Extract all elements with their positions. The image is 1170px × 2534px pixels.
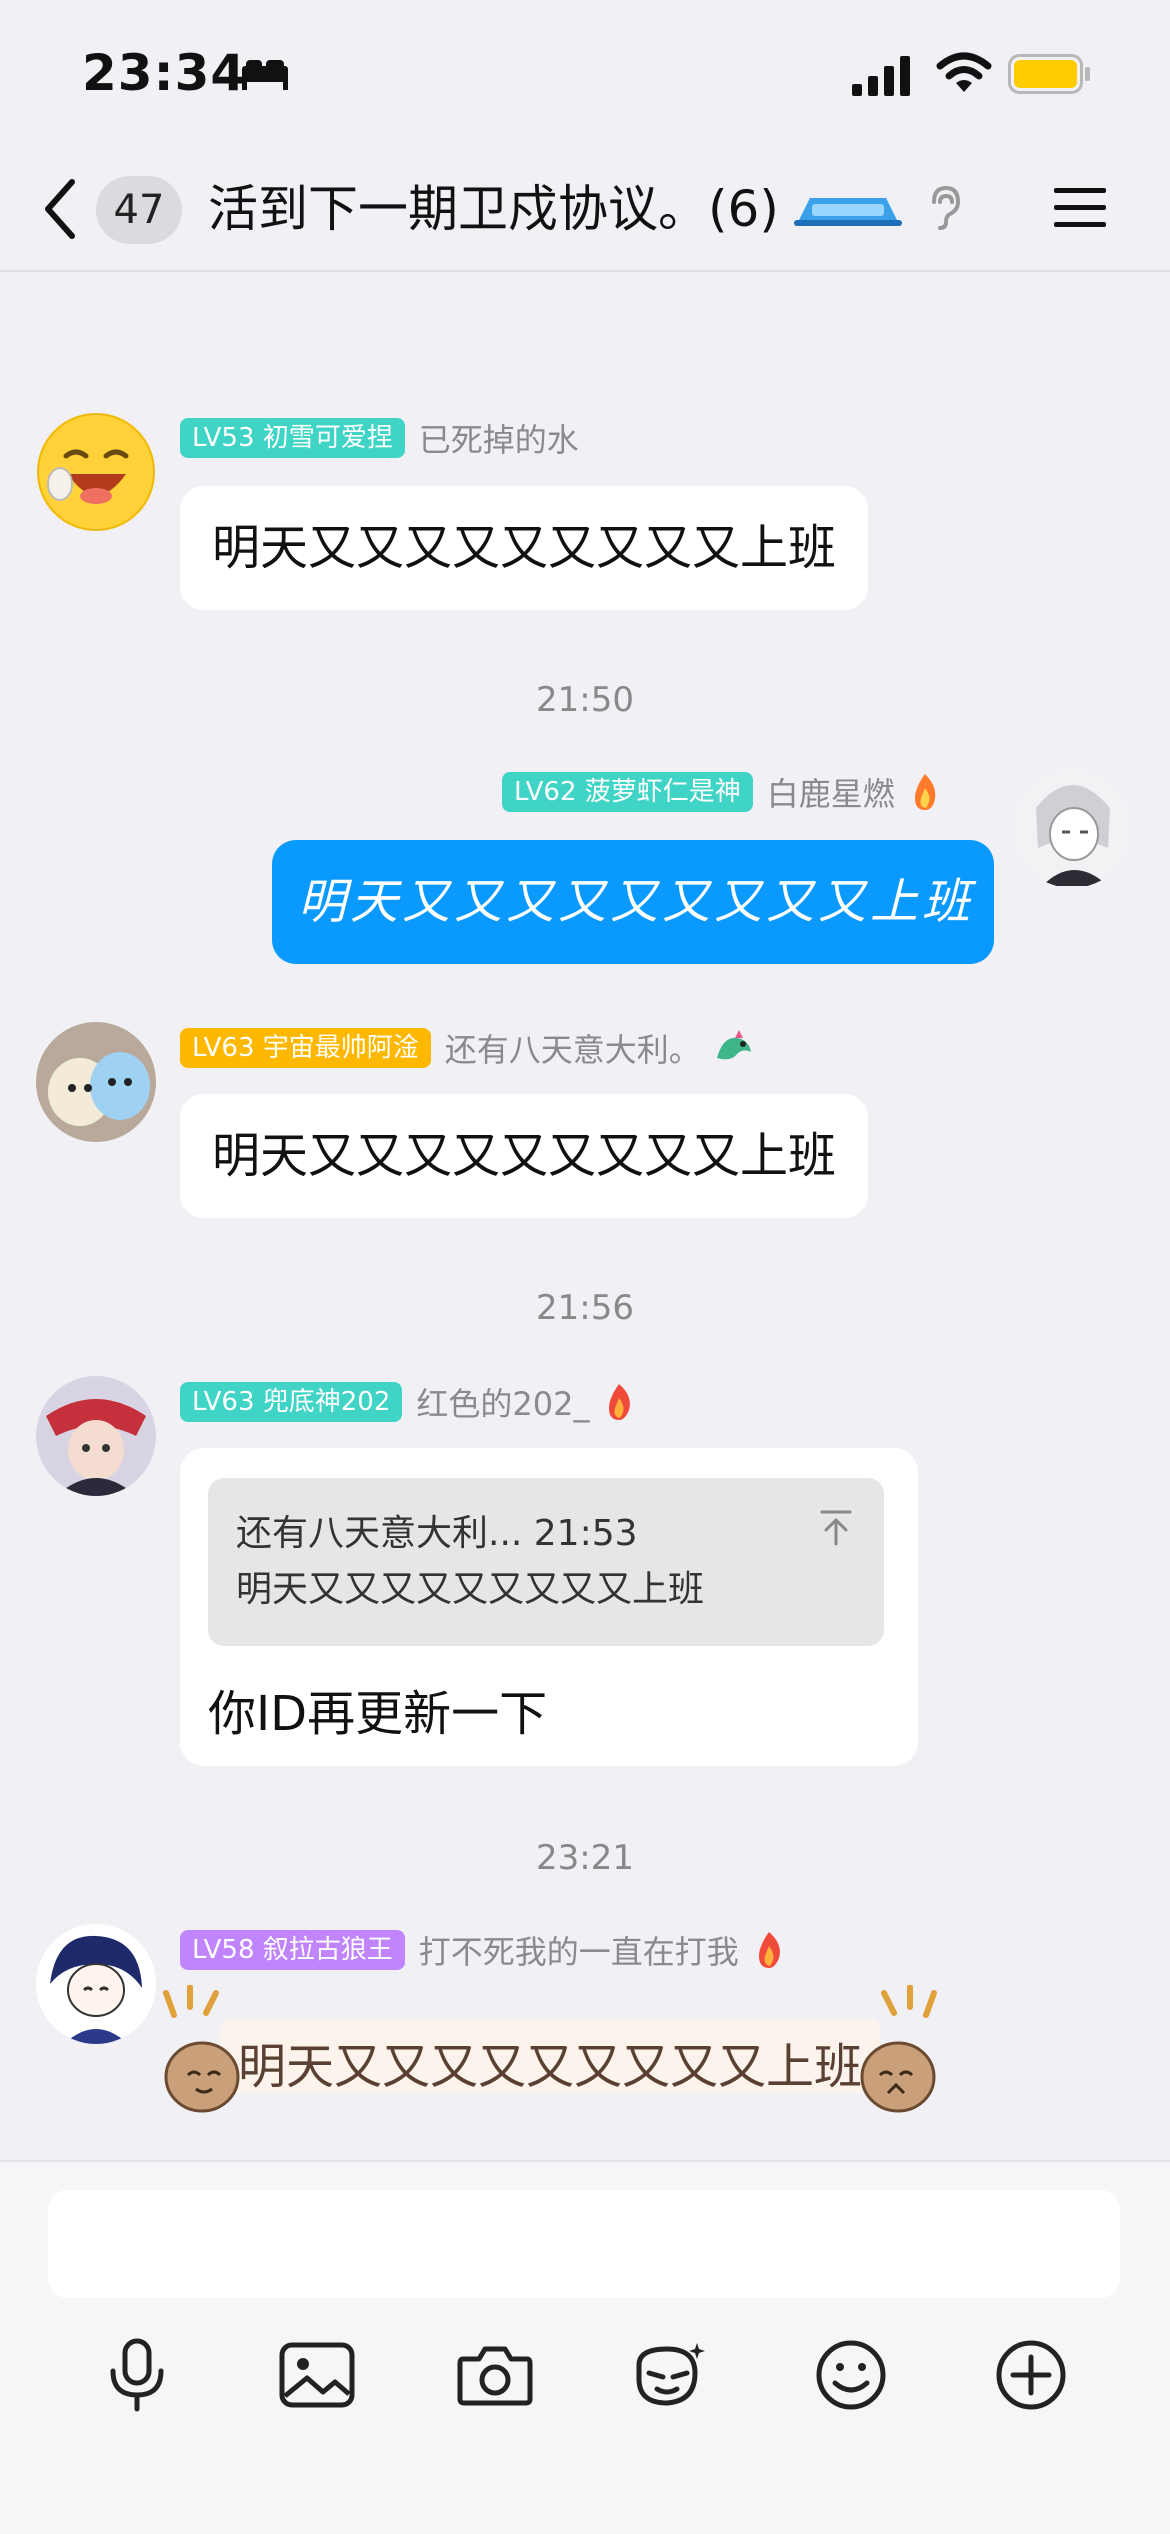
time-separator: 21:50 bbox=[536, 680, 634, 720]
level-badge: LV58 叙拉古狼王 bbox=[180, 1930, 405, 1970]
fire-icon bbox=[609, 1384, 631, 1420]
nickname[interactable]: 白鹿星燃 bbox=[767, 769, 895, 815]
message-meta: LV62 菠萝虾仁是神 白鹿星燃 bbox=[502, 770, 943, 814]
battery-icon bbox=[1008, 54, 1090, 94]
message-bubble[interactable]: 明天又又又又又又又又又上班 bbox=[272, 840, 994, 964]
reply-text: 你ID再更新一下 bbox=[208, 1686, 548, 1742]
ear-icon[interactable] bbox=[926, 184, 962, 232]
status-time: 23:34 bbox=[82, 44, 247, 102]
unread-count-badge[interactable]: 47 bbox=[96, 176, 182, 244]
nav-bar: 47 活到下一期卫戍协议。(6) bbox=[0, 150, 1170, 272]
nickname[interactable]: 打不死我的一直在打我 bbox=[419, 1927, 739, 1973]
arrow-up-icon[interactable] bbox=[818, 1508, 854, 1548]
character-avatar-icon bbox=[36, 1376, 156, 1496]
message-meta: LV53 初雪可爱捏 已死掉的水 bbox=[180, 416, 579, 460]
image-button[interactable] bbox=[272, 2330, 362, 2420]
microphone-icon bbox=[110, 2338, 164, 2412]
message-meta: LV63 宇宙最帅阿淦 还有八天意大利。 bbox=[180, 1026, 755, 1070]
message-bubble[interactable]: 明天又又又又又又又又又上班 bbox=[180, 486, 869, 610]
message-input[interactable] bbox=[48, 2190, 1120, 2298]
quoted-message[interactable]: 还有八天意大利... 21:53 明天又又又又又又又又又上班 bbox=[208, 1478, 884, 1646]
input-area bbox=[0, 2160, 1170, 2534]
wifi-icon bbox=[936, 52, 992, 92]
nickname[interactable]: 还有八天意大利。 bbox=[445, 1025, 701, 1071]
camera-button[interactable] bbox=[450, 2330, 540, 2420]
message-meta: LV58 叙拉古狼王 打不死我的一直在打我 bbox=[180, 1928, 787, 1972]
avatar[interactable] bbox=[36, 1924, 156, 2044]
bed-icon bbox=[242, 60, 288, 90]
status-bar: 23:34 bbox=[0, 0, 1170, 150]
chat-title[interactable]: 活到下一期卫戍协议。(6) bbox=[208, 174, 779, 244]
dragon-icon bbox=[716, 1030, 751, 1060]
avatar[interactable] bbox=[36, 1376, 156, 1496]
message-meta: LV63 兜底神202 红色的202_ bbox=[180, 1380, 637, 1424]
emoji-icon bbox=[816, 2340, 886, 2410]
level-badge: LV63 兜底神202 bbox=[180, 1382, 403, 1422]
level-badge: LV63 宇宙最帅阿淦 bbox=[180, 1028, 431, 1068]
nickname[interactable]: 已死掉的水 bbox=[419, 415, 579, 461]
plush-toys-avatar-icon bbox=[36, 1022, 156, 1142]
smiley-face-icon bbox=[37, 413, 155, 531]
reply-message-bubble[interactable]: 还有八天意大利... 21:53 明天又又又又又又又又又上班 你ID再更新一下 bbox=[180, 1448, 918, 1766]
voice-button[interactable] bbox=[92, 2330, 182, 2420]
quote-text: 明天又又又又又又又又又上班 bbox=[236, 1569, 705, 1610]
level-badge: LV62 菠萝虾仁是神 bbox=[502, 772, 753, 812]
menu-icon[interactable] bbox=[1052, 184, 1108, 232]
input-toolbar bbox=[0, 2330, 1170, 2420]
image-icon bbox=[279, 2342, 355, 2408]
fire-icon bbox=[758, 1932, 780, 1968]
chibi-avatar-icon bbox=[36, 1924, 156, 2044]
avatar[interactable] bbox=[36, 1022, 156, 1142]
message-bubble[interactable]: 明天又又又又又又又又又上班 bbox=[180, 1094, 869, 1218]
flame-icon bbox=[914, 774, 936, 810]
plus-icon bbox=[996, 2340, 1066, 2410]
avatar[interactable] bbox=[36, 412, 156, 532]
message-text: 明天又又又又又又又又又上班 bbox=[237, 2039, 862, 2095]
emoji-button[interactable] bbox=[806, 2330, 896, 2420]
group-tag-icon bbox=[794, 198, 902, 226]
decorated-message-bubble[interactable]: 明天又又又又又又又又又上班 bbox=[160, 1975, 940, 2125]
camera-icon bbox=[457, 2346, 533, 2406]
signal-icon bbox=[852, 56, 910, 96]
sticker-button[interactable] bbox=[626, 2330, 716, 2420]
level-badge: LV53 初雪可爱捏 bbox=[180, 418, 405, 458]
time-separator: 23:21 bbox=[536, 1838, 634, 1878]
chevron-left-icon[interactable] bbox=[40, 176, 80, 242]
anime-avatar-icon bbox=[1012, 768, 1132, 888]
nickname[interactable]: 红色的202_ bbox=[416, 1379, 589, 1425]
more-button[interactable] bbox=[986, 2330, 1076, 2420]
sticker-icon bbox=[636, 2343, 705, 2406]
avatar[interactable] bbox=[1012, 768, 1132, 888]
quote-header: 还有八天意大利... 21:53 bbox=[236, 1513, 638, 1554]
time-separator: 21:56 bbox=[536, 1288, 634, 1328]
